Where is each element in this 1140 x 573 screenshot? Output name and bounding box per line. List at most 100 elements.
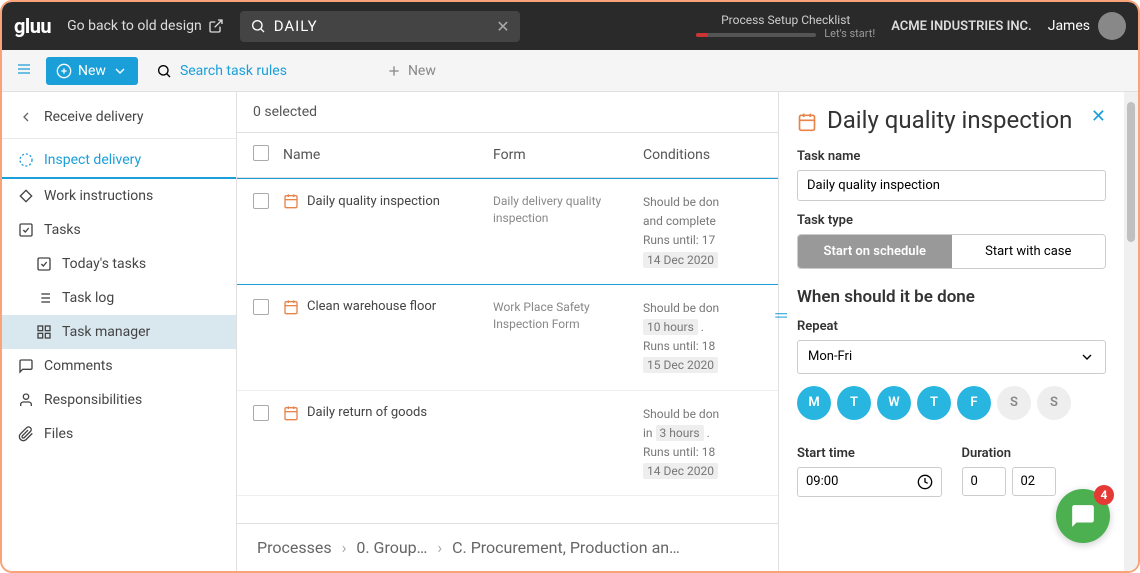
sidebar-item-comments[interactable]: Comments xyxy=(2,349,236,383)
sidebar-item-label: Today's tasks xyxy=(62,256,146,272)
row-checkbox[interactable] xyxy=(253,299,269,315)
select-all-checkbox[interactable] xyxy=(253,145,269,161)
user-menu[interactable]: James xyxy=(1048,12,1126,40)
day-toggle[interactable]: T xyxy=(837,386,871,420)
checklist-cta: Let's start! xyxy=(824,27,875,40)
diamond-icon xyxy=(18,188,34,204)
chevron-down-icon xyxy=(1079,349,1095,365)
sidebar-back[interactable]: Receive delivery xyxy=(2,100,236,134)
checklist-title: Process Setup Checklist xyxy=(696,13,875,27)
row-checkbox[interactable] xyxy=(253,405,269,421)
new-button[interactable]: New xyxy=(46,57,138,85)
sidebar-item-files[interactable]: Files xyxy=(2,417,236,451)
type-case-button[interactable]: Start with case xyxy=(952,235,1106,268)
start-time-label: Start time xyxy=(797,446,942,461)
chevron-down-icon xyxy=(112,63,128,79)
duration-hours-input[interactable]: 0 xyxy=(962,467,1006,496)
sidebar-item-label: Work instructions xyxy=(44,188,153,204)
sidebar-item-task-manager[interactable]: Task manager xyxy=(2,315,236,349)
sidebar-back-label: Receive delivery xyxy=(44,109,144,125)
duration-minutes-input[interactable]: 02 xyxy=(1012,467,1056,496)
row-checkbox[interactable] xyxy=(253,193,269,209)
row-form: Daily delivery quality inspection xyxy=(493,193,643,227)
sidebar-active[interactable]: Inspect delivery xyxy=(2,143,236,179)
sidebar-item-tasks[interactable]: Tasks xyxy=(2,213,236,247)
chat-button[interactable]: 4 xyxy=(1056,489,1110,543)
old-design-link[interactable]: Go back to old design xyxy=(67,18,224,34)
search-rules-input[interactable] xyxy=(180,63,358,79)
duration-label: Duration xyxy=(962,446,1107,461)
task-icon xyxy=(283,405,299,421)
user-icon xyxy=(18,392,34,408)
grid-icon xyxy=(36,324,52,340)
crumb[interactable]: C. Procurement, Production an… xyxy=(452,538,680,557)
col-name[interactable]: Name xyxy=(283,147,493,163)
sidebar-item-work-instructions[interactable]: Work instructions xyxy=(2,179,236,213)
crumb[interactable]: 0. Group… xyxy=(356,538,427,557)
task-icon xyxy=(283,299,299,315)
day-toggle[interactable]: W xyxy=(877,386,911,420)
sidebar-active-label: Inspect delivery xyxy=(44,152,141,168)
repeat-label: Repeat xyxy=(797,319,1106,334)
row-form: Work Place Safety Inspection Form xyxy=(493,299,643,333)
clock-icon xyxy=(917,474,933,490)
task-icon xyxy=(283,193,299,209)
when-section-title: When should it be done xyxy=(797,287,1106,307)
row-name: Daily quality inspection xyxy=(307,194,440,209)
plus-new-button[interactable]: New xyxy=(376,57,446,85)
type-schedule-button[interactable]: Start on schedule xyxy=(798,235,952,268)
start-time-input[interactable]: 09:00 xyxy=(797,467,942,497)
sidebar-item-label: Responsibilities xyxy=(44,392,142,408)
sidebar-item-label: Comments xyxy=(44,358,113,374)
checklist-progress xyxy=(696,33,816,37)
sidebar-item-label: Task log xyxy=(62,290,114,306)
new-label: New xyxy=(78,63,106,79)
toolbar: New New xyxy=(2,50,1138,92)
sidebar-item-label: Task manager xyxy=(62,324,150,340)
day-toggle[interactable]: S xyxy=(997,386,1031,420)
search-icon xyxy=(156,63,172,79)
setup-checklist[interactable]: Process Setup Checklist Let's start! xyxy=(696,13,875,40)
check-square-icon xyxy=(18,222,34,238)
day-toggle[interactable]: F xyxy=(957,386,991,420)
row-name: Clean warehouse floor xyxy=(307,299,436,314)
menu-button[interactable] xyxy=(10,55,38,87)
global-search-input[interactable] xyxy=(274,17,489,35)
sidebar-item-label: Tasks xyxy=(44,222,81,238)
search-task-rules[interactable] xyxy=(146,57,368,85)
sidebar-item-label: Files xyxy=(44,426,73,442)
task-type-toggle: Start on schedule Start with case xyxy=(797,234,1106,269)
task-icon xyxy=(797,112,817,132)
global-search[interactable]: ✕ xyxy=(240,11,520,42)
refresh-icon xyxy=(18,152,34,168)
avatar xyxy=(1098,12,1126,40)
task-name-input[interactable] xyxy=(797,170,1106,201)
logo: gluu xyxy=(14,14,51,38)
col-form[interactable]: Form xyxy=(493,147,643,163)
topbar: gluu Go back to old design ✕ Process Set… xyxy=(2,2,1138,50)
close-panel-button[interactable]: ✕ xyxy=(1091,106,1106,127)
sidebar-item-responsibilities[interactable]: Responsibilities xyxy=(2,383,236,417)
scrollbar[interactable] xyxy=(1124,92,1138,571)
plus-icon xyxy=(386,63,402,79)
external-link-icon xyxy=(208,18,224,34)
chevron-left-icon xyxy=(18,109,34,125)
chat-badge: 4 xyxy=(1094,485,1114,505)
comment-icon xyxy=(18,358,34,374)
sidebar-item-task-log[interactable]: Task log xyxy=(2,281,236,315)
task-name-label: Task name xyxy=(797,149,1106,164)
day-toggle[interactable]: T xyxy=(917,386,951,420)
sidebar-item-todays-tasks[interactable]: Today's tasks xyxy=(2,247,236,281)
day-toggle[interactable]: S xyxy=(1037,386,1071,420)
crumb[interactable]: Processes xyxy=(257,538,332,557)
day-toggle[interactable]: M xyxy=(797,386,831,420)
clear-search-icon[interactable]: ✕ xyxy=(496,17,509,36)
scrollbar-thumb[interactable] xyxy=(1127,102,1135,242)
repeat-select[interactable]: Mon-Fri xyxy=(797,340,1106,374)
repeat-value: Mon-Fri xyxy=(808,349,852,364)
day-picker: MTWTFSS xyxy=(797,386,1106,420)
old-design-label: Go back to old design xyxy=(67,18,202,34)
user-name: James xyxy=(1048,18,1090,34)
plus-new-label: New xyxy=(408,63,436,79)
resize-handle[interactable]: || xyxy=(773,312,789,319)
